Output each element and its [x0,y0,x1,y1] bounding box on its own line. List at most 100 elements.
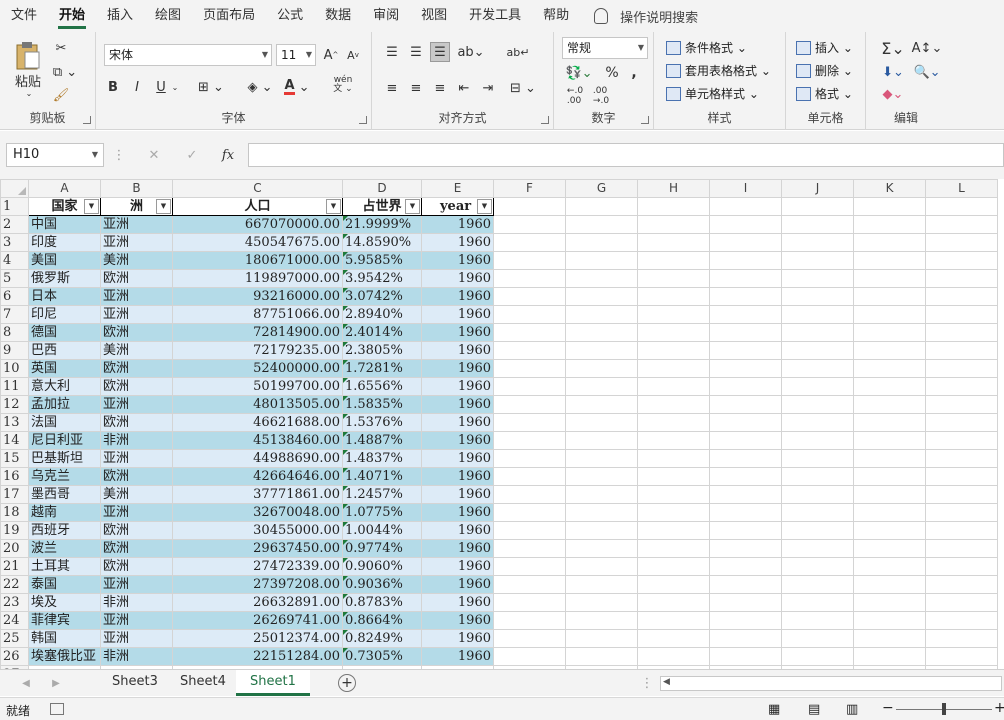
data-cell[interactable]: 2.3805% [342,341,422,360]
empty-cell[interactable] [853,395,926,414]
italic-button[interactable]: I [128,78,146,96]
delete-cells-button[interactable]: 删除 ⌄ [796,62,853,79]
underline-button[interactable]: U [152,78,170,96]
empty-cell[interactable] [781,413,854,432]
ribbon-tab[interactable]: 开始 [48,0,96,32]
empty-cell[interactable] [853,323,926,342]
empty-cell[interactable] [493,305,566,324]
empty-cell[interactable] [853,305,926,324]
data-cell[interactable]: 27472339.00 [172,557,343,576]
clipboard-launcher-icon[interactable] [83,116,91,124]
empty-cell[interactable] [565,197,638,216]
data-cell[interactable]: 1.4071% [342,467,422,486]
data-cell[interactable]: 1960 [421,503,494,522]
empty-cell[interactable] [781,251,854,270]
row-header[interactable]: 11 [0,377,29,396]
data-cell[interactable]: 尼日利亚 [28,431,101,450]
increase-font-icon[interactable]: A ^ [322,46,340,64]
data-cell[interactable]: 1.4837% [342,449,422,468]
empty-cell[interactable] [637,629,710,648]
empty-cell[interactable] [493,557,566,576]
empty-cell[interactable] [565,305,638,324]
empty-cell[interactable] [853,485,926,504]
data-cell[interactable]: 25012374.00 [172,629,343,648]
format-painter-icon[interactable]: 🖌 [52,87,70,103]
empty-cell[interactable] [853,359,926,378]
formula-input[interactable] [248,143,1004,167]
data-cell[interactable]: 1960 [421,431,494,450]
filter-dropdown-icon[interactable]: ▼ [405,199,420,214]
empty-cell[interactable] [781,647,854,666]
empty-cell[interactable] [853,197,926,216]
data-cell[interactable]: 0.7305% [342,647,422,666]
empty-cell[interactable] [493,503,566,522]
empty-cell[interactable] [853,287,926,306]
empty-cell[interactable] [781,557,854,576]
data-cell[interactable]: 1960 [421,539,494,558]
row-header[interactable]: 2 [0,215,29,234]
data-cell[interactable]: 德国 [28,323,101,342]
empty-cell[interactable] [637,575,710,594]
empty-cell[interactable] [925,539,998,558]
data-cell[interactable]: 法国 [28,413,101,432]
data-cell[interactable]: 72179235.00 [172,341,343,360]
data-cell[interactable]: 27397208.00 [172,575,343,594]
empty-cell[interactable] [781,629,854,648]
row-header[interactable]: 9 [0,341,29,360]
empty-cell[interactable] [925,503,998,522]
data-cell[interactable]: 英国 [28,359,101,378]
empty-cell[interactable] [925,359,998,378]
scroll-left-icon[interactable]: ◀ [663,677,670,687]
row-header[interactable]: 10 [0,359,29,378]
empty-cell[interactable] [637,449,710,468]
empty-cell[interactable] [853,467,926,486]
empty-cell[interactable] [709,611,782,630]
data-cell[interactable]: 亚洲 [100,503,173,522]
sheet-tab[interactable]: Sheet3 [98,670,172,696]
empty-cell[interactable] [493,431,566,450]
empty-cell[interactable] [565,215,638,234]
empty-cell[interactable] [637,485,710,504]
data-cell[interactable]: 亚洲 [100,611,173,630]
empty-cell[interactable] [493,251,566,270]
enter-icon[interactable]: ✓ [182,145,202,165]
row-header[interactable]: 1 [0,197,29,216]
empty-cell[interactable] [709,629,782,648]
empty-cell[interactable] [781,323,854,342]
empty-cell[interactable] [709,647,782,666]
empty-cell[interactable] [709,359,782,378]
data-cell[interactable]: 1960 [421,647,494,666]
sheet-tab[interactable]: Sheet1 [236,670,310,696]
empty-cell[interactable] [637,359,710,378]
empty-cell[interactable] [781,287,854,306]
empty-cell[interactable] [637,557,710,576]
column-header[interactable]: D [342,179,422,198]
page-layout-view-icon[interactable]: ▤ [808,702,820,717]
select-all-corner[interactable] [0,179,29,198]
data-cell[interactable]: 1960 [421,449,494,468]
empty-cell[interactable] [781,215,854,234]
row-header[interactable]: 25 [0,629,29,648]
data-cell[interactable]: 0.9060% [342,557,422,576]
data-cell[interactable]: 0.9036% [342,575,422,594]
data-cell[interactable]: 1960 [421,323,494,342]
data-cell[interactable]: 3.9542% [342,269,422,288]
header-cell[interactable]: 人口 ▼ [172,197,343,216]
empty-cell[interactable] [493,467,566,486]
data-cell[interactable]: 日本 [28,287,101,306]
data-cell[interactable]: 欧洲 [100,269,173,288]
data-cell[interactable]: 俄罗斯 [28,269,101,288]
data-cell[interactable]: 1.2457% [342,485,422,504]
empty-cell[interactable] [637,521,710,540]
empty-cell[interactable] [565,521,638,540]
empty-cell[interactable] [781,485,854,504]
data-cell[interactable]: 1.6556% [342,377,422,396]
empty-cell[interactable] [637,215,710,234]
empty-cell[interactable] [565,647,638,666]
row-header[interactable]: 26 [0,647,29,666]
data-cell[interactable]: 180671000.00 [172,251,343,270]
data-cell[interactable]: 29637450.00 [172,539,343,558]
empty-cell[interactable] [925,323,998,342]
ribbon-tab[interactable]: 公式 [266,0,314,32]
row-header[interactable]: 20 [0,539,29,558]
